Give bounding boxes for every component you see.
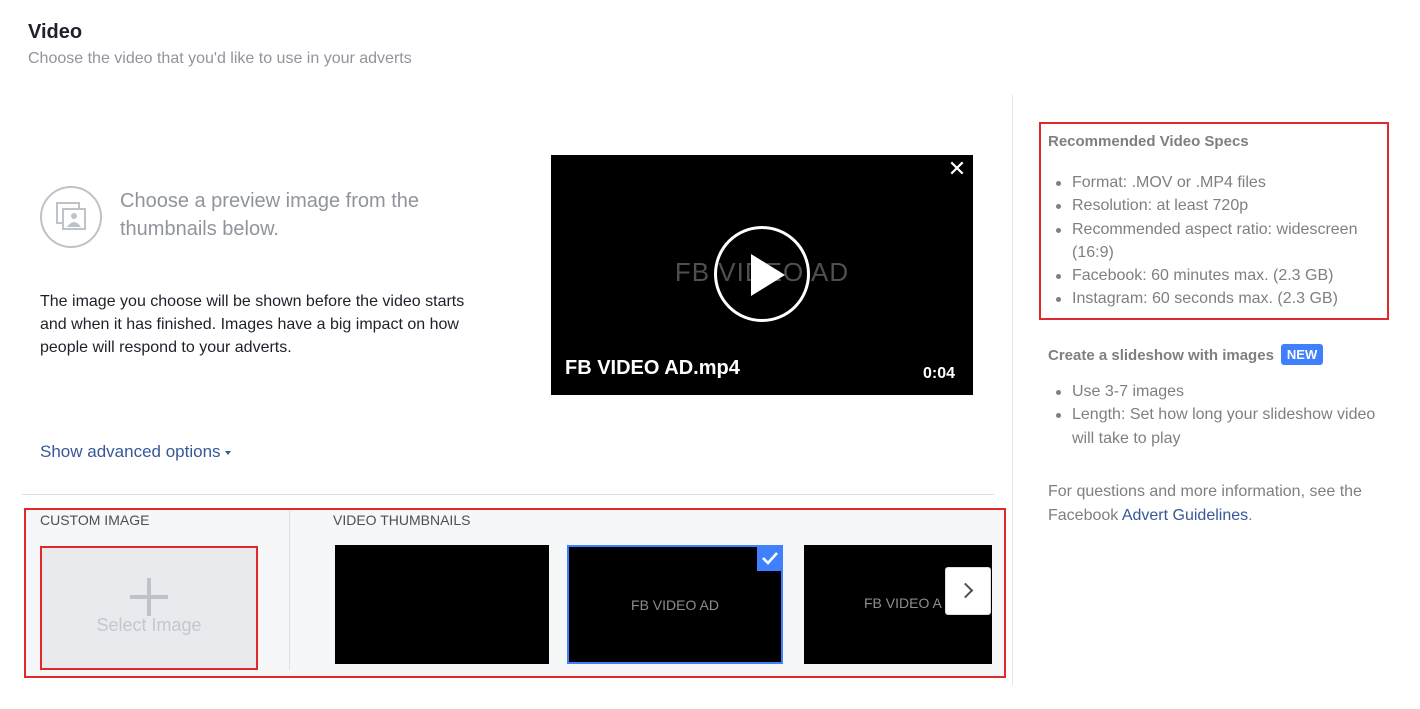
next-thumbnails-button[interactable] [945,567,991,615]
list-item: Facebook: 60 minutes max. (2.3 GB) [1049,264,1389,287]
thumbnail-bar-divider [289,510,290,670]
image-gallery-icon [40,186,102,248]
select-image-label: Select Image [96,615,202,635]
list-item: Format: .MOV or .MP4 files [1049,171,1389,194]
list-item: Recommended aspect ratio: widescreen (16… [1049,218,1389,265]
video-thumbnail-1[interactable] [335,545,549,664]
video-player[interactable]: FB VIDEO AD ✕ FB VIDEO AD.mp4 0:04 [551,155,973,395]
advanced-link-label: Show advanced options [40,442,221,461]
thumbnail-text: FB VIDEO A [864,595,942,611]
video-thumbnail-2-selected[interactable]: FB VIDEO AD [567,545,783,664]
help-footer: For questions and more information, see … [1048,480,1388,528]
show-advanced-options-link[interactable]: Show advanced options [40,442,231,462]
video-filename: FB VIDEO AD.mp4 [565,357,740,379]
close-icon[interactable]: ✕ [946,158,968,180]
list-item: Instagram: 60 seconds max. (2.3 GB) [1049,287,1389,310]
video-thumbnails-label: VIDEO THUMBNAILS [333,512,471,528]
preview-prompt: Choose a preview image from the thumbnai… [120,190,420,240]
video-duration: 0:04 [922,365,955,382]
column-divider [1012,95,1013,685]
video-specs-list: Format: .MOV or .MP4 files Resolution: a… [1049,171,1389,311]
page-subtitle: Choose the video that you'd like to use … [28,50,412,67]
list-item: Length: Set how long your slideshow vide… [1049,403,1389,450]
video-specs-title: Recommended Video Specs [1048,133,1249,150]
select-image-button[interactable]: Select Image [40,546,258,670]
caret-down-icon [224,450,231,455]
section-divider [22,494,994,495]
checkmark-icon [757,547,781,571]
new-badge: NEW [1280,344,1324,365]
slideshow-title-text: Create a slideshow with images [1048,347,1274,364]
list-item: Use 3-7 images [1049,380,1389,403]
footer-end: . [1248,507,1253,524]
thumbnail-text: FB VIDEO AD [631,597,719,613]
page-title: Video [28,21,83,43]
custom-image-label: CUSTOM IMAGE [40,512,150,528]
slideshow-title: Create a slideshow with images NEW [1048,344,1324,365]
preview-description: The image you choose will be shown befor… [40,293,465,356]
chevron-right-icon [957,582,974,599]
slideshow-list: Use 3-7 images Length: Set how long your… [1049,380,1389,450]
plus-icon-vertical [147,578,151,616]
list-item: Resolution: at least 720p [1049,194,1389,217]
play-icon[interactable] [714,226,810,322]
advert-guidelines-link[interactable]: Advert Guidelines [1122,507,1248,524]
